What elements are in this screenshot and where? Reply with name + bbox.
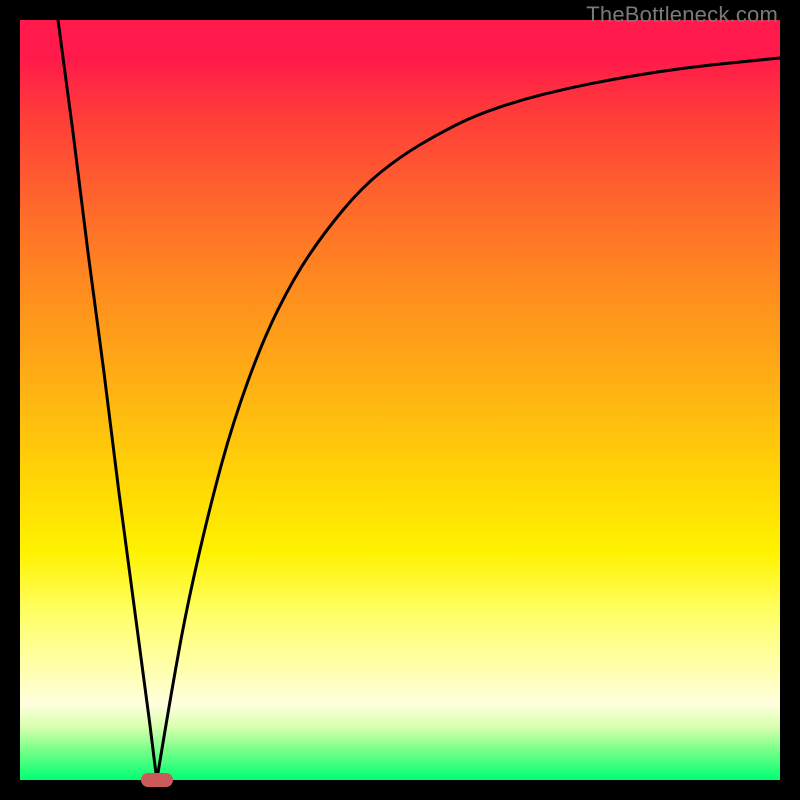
watermark-text: TheBottleneck.com (586, 2, 778, 28)
bottleneck-curve-path (58, 20, 780, 780)
chart-frame: TheBottleneck.com (0, 0, 800, 800)
plot-area (20, 20, 780, 780)
curve-svg (20, 20, 780, 780)
optimum-marker (141, 773, 173, 787)
